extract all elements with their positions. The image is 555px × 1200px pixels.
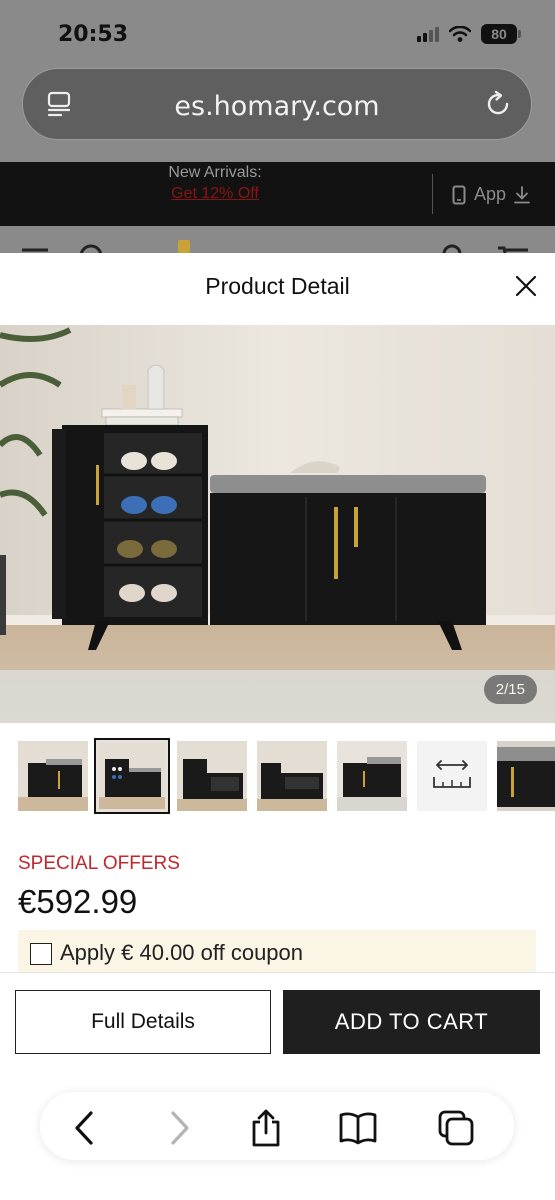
thumbnail[interactable]	[337, 741, 407, 811]
thumbnail[interactable]	[177, 741, 247, 811]
app-label: App	[474, 184, 507, 204]
share-icon[interactable]	[246, 1108, 286, 1148]
chevron-left-icon[interactable]	[66, 1108, 106, 1148]
browser-address-area: es.homary.com	[0, 62, 555, 162]
thumbnail-image	[177, 741, 247, 811]
status-time: 20:53	[58, 22, 129, 47]
image-counter: 2/15	[483, 675, 537, 704]
thumbnail-strip	[0, 737, 555, 817]
ruler-icon	[433, 760, 471, 788]
chevron-right-icon[interactable]	[158, 1108, 198, 1148]
product-image[interactable]: 2/15	[0, 325, 555, 723]
special-offers-label: SPECIAL OFFERS	[18, 853, 180, 874]
product-photo	[0, 325, 555, 723]
status-icons: 80	[417, 24, 521, 44]
phone-icon	[452, 185, 466, 204]
promo-banner: New Arrivals: Get 12% Off App	[0, 162, 555, 226]
browser-toolbar	[40, 1092, 514, 1160]
thumbnail-image	[99, 743, 165, 809]
status-bar: 20:53 80	[0, 0, 555, 62]
thumbnail[interactable]	[497, 741, 555, 811]
thumbnail-dimensions[interactable]	[417, 741, 487, 811]
sheet-title: Product Detail	[205, 273, 350, 299]
reload-icon[interactable]	[483, 89, 513, 119]
address-bar[interactable]: es.homary.com	[22, 68, 532, 140]
tabs-icon[interactable]	[436, 1108, 476, 1148]
url-text[interactable]: es.homary.com	[23, 91, 531, 122]
promo-title: New Arrivals:	[168, 164, 262, 181]
cellular-signal-icon	[417, 26, 439, 42]
coupon-row[interactable]: Apply € 40.00 off coupon	[18, 930, 536, 978]
wifi-icon	[449, 26, 471, 42]
coupon-label: Apply € 40.00 off coupon	[60, 940, 304, 965]
thumbnail-image	[497, 741, 555, 811]
app-download-link[interactable]: App	[452, 184, 530, 205]
thumbnail[interactable]	[257, 741, 327, 811]
product-detail-sheet: Product Detail 2/15 SPECIAL OFFERS €592.…	[0, 253, 555, 978]
promo-divider	[432, 174, 433, 214]
full-details-button[interactable]: Full Details	[15, 990, 271, 1054]
thumbnail-image	[257, 741, 327, 811]
promo-link[interactable]: Get 12% Off	[0, 185, 430, 203]
thumbnail-selected[interactable]	[94, 738, 170, 814]
close-icon[interactable]	[513, 273, 539, 299]
add-to-cart-button[interactable]: ADD TO CART	[283, 990, 540, 1054]
book-icon[interactable]	[338, 1108, 378, 1148]
site-nav	[0, 226, 555, 256]
battery-indicator: 80	[481, 24, 521, 44]
thumbnail[interactable]	[18, 741, 88, 811]
product-price: €592.99	[18, 883, 138, 920]
coupon-checkbox[interactable]	[30, 943, 52, 965]
action-bar: Full Details ADD TO CART	[0, 972, 555, 1072]
thumbnail-image	[337, 741, 407, 811]
thumbnail-image	[18, 741, 88, 811]
download-icon	[514, 185, 530, 203]
